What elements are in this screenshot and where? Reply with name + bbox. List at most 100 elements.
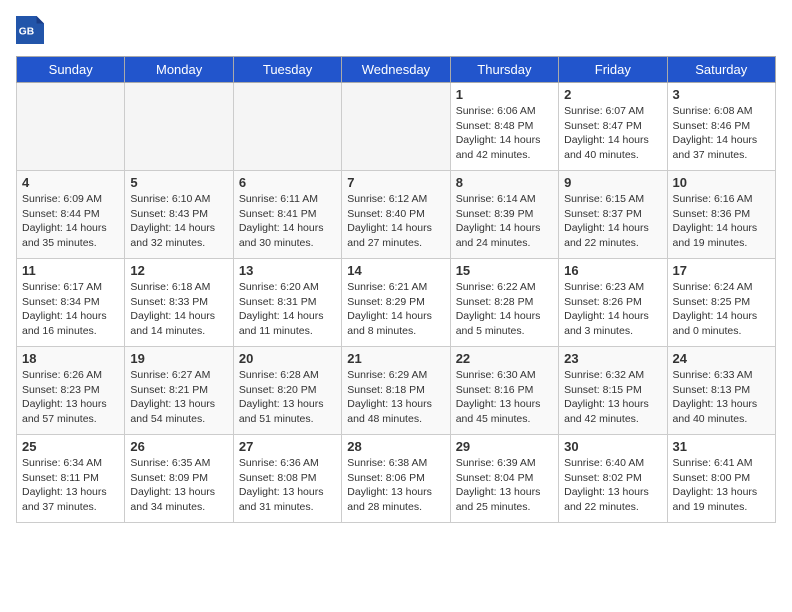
day-number: 26 (130, 439, 227, 454)
day-number: 22 (456, 351, 553, 366)
calendar-cell: 6Sunrise: 6:11 AM Sunset: 8:41 PM Daylig… (233, 171, 341, 259)
calendar-cell: 23 Sunrise: 6:32 AM Sunset: 8:15 PM Dayli… (559, 347, 667, 435)
day-number: 23 (564, 351, 661, 366)
day-number: 5 (130, 175, 227, 190)
day-header-tuesday: Tuesday (233, 57, 341, 83)
day-number: 14 (347, 263, 444, 278)
calendar-cell: 15 Sunrise: 6:22 AM Sunset: 8:28 PM Dayli… (450, 259, 558, 347)
day-number: 25 (22, 439, 119, 454)
calendar-cell: 31 Sunrise: 6:41 AM Sunset: 8:00 PM Dayli… (667, 435, 775, 523)
day-number: 15 (456, 263, 553, 278)
day-info: Sunrise: 6:14 AM Sunset: 8:39 PM Dayligh… (456, 192, 553, 251)
day-info: Sunrise: 6:30 AM Sunset: 8:16 PM Dayligh… (456, 368, 553, 427)
calendar-cell: 22 Sunrise: 6:30 AM Sunset: 8:16 PM Dayli… (450, 347, 558, 435)
week-row-3: 11 Sunrise: 6:17 AM Sunset: 8:34 PM Dayli… (17, 259, 776, 347)
calendar-cell: 14 Sunrise: 6:21 AM Sunset: 8:29 PM Dayli… (342, 259, 450, 347)
day-info: Sunrise: 6:40 AM Sunset: 8:02 PM Dayligh… (564, 456, 661, 515)
day-info: Sunrise: 6:18 AM Sunset: 8:33 PM Dayligh… (130, 280, 227, 339)
calendar-cell: 12 Sunrise: 6:18 AM Sunset: 8:33 PM Dayli… (125, 259, 233, 347)
calendar-cell (342, 83, 450, 171)
calendar-cell: 26 Sunrise: 6:35 AM Sunset: 8:09 PM Dayli… (125, 435, 233, 523)
logo: GB (16, 16, 48, 44)
day-info: Sunrise: 6:39 AM Sunset: 8:04 PM Dayligh… (456, 456, 553, 515)
calendar-cell: 16 Sunrise: 6:23 AM Sunset: 8:26 PM Dayli… (559, 259, 667, 347)
day-info: Sunrise: 6:22 AM Sunset: 8:28 PM Dayligh… (456, 280, 553, 339)
calendar-cell: 18 Sunrise: 6:26 AM Sunset: 8:23 PM Dayli… (17, 347, 125, 435)
day-number: 11 (22, 263, 119, 278)
day-header-friday: Friday (559, 57, 667, 83)
calendar-cell (17, 83, 125, 171)
day-number: 17 (673, 263, 770, 278)
day-info: Sunrise: 6:10 AM Sunset: 8:43 PM Dayligh… (130, 192, 227, 251)
day-info: Sunrise: 6:08 AM Sunset: 8:46 PM Dayligh… (673, 104, 770, 163)
calendar-cell: 25 Sunrise: 6:34 AM Sunset: 8:11 PM Dayli… (17, 435, 125, 523)
day-info: Sunrise: 6:28 AM Sunset: 8:20 PM Dayligh… (239, 368, 336, 427)
day-number: 4 (22, 175, 119, 190)
day-info: Sunrise: 6:23 AM Sunset: 8:26 PM Dayligh… (564, 280, 661, 339)
calendar-cell: 17Sunrise: 6:24 AM Sunset: 8:25 PM Dayli… (667, 259, 775, 347)
week-row-1: 1Sunrise: 6:06 AM Sunset: 8:48 PM Daylig… (17, 83, 776, 171)
day-info: Sunrise: 6:38 AM Sunset: 8:06 PM Dayligh… (347, 456, 444, 515)
calendar-cell: 3 Sunrise: 6:08 AM Sunset: 8:46 PM Daylig… (667, 83, 775, 171)
calendar-cell: 2Sunrise: 6:07 AM Sunset: 8:47 PM Daylig… (559, 83, 667, 171)
calendar-cell: 8Sunrise: 6:14 AM Sunset: 8:39 PM Daylig… (450, 171, 558, 259)
day-number: 3 (673, 87, 770, 102)
day-info: Sunrise: 6:36 AM Sunset: 8:08 PM Dayligh… (239, 456, 336, 515)
calendar-cell: 1Sunrise: 6:06 AM Sunset: 8:48 PM Daylig… (450, 83, 558, 171)
day-info: Sunrise: 6:27 AM Sunset: 8:21 PM Dayligh… (130, 368, 227, 427)
day-number: 12 (130, 263, 227, 278)
calendar-cell: 29 Sunrise: 6:39 AM Sunset: 8:04 PM Dayli… (450, 435, 558, 523)
week-row-5: 25 Sunrise: 6:34 AM Sunset: 8:11 PM Dayli… (17, 435, 776, 523)
day-number: 10 (673, 175, 770, 190)
calendar-cell: 24 Sunrise: 6:33 AM Sunset: 8:13 PM Dayli… (667, 347, 775, 435)
days-header-row: SundayMondayTuesdayWednesdayThursdayFrid… (17, 57, 776, 83)
day-number: 30 (564, 439, 661, 454)
day-number: 28 (347, 439, 444, 454)
calendar-cell: 27 Sunrise: 6:36 AM Sunset: 8:08 PM Dayli… (233, 435, 341, 523)
day-info: Sunrise: 6:17 AM Sunset: 8:34 PM Dayligh… (22, 280, 119, 339)
day-info: Sunrise: 6:33 AM Sunset: 8:13 PM Dayligh… (673, 368, 770, 427)
day-info: Sunrise: 6:20 AM Sunset: 8:31 PM Dayligh… (239, 280, 336, 339)
calendar-cell: 30 Sunrise: 6:40 AM Sunset: 8:02 PM Dayli… (559, 435, 667, 523)
day-info: Sunrise: 6:35 AM Sunset: 8:09 PM Dayligh… (130, 456, 227, 515)
day-info: Sunrise: 6:41 AM Sunset: 8:00 PM Dayligh… (673, 456, 770, 515)
day-info: Sunrise: 6:29 AM Sunset: 8:18 PM Dayligh… (347, 368, 444, 427)
day-number: 13 (239, 263, 336, 278)
day-number: 16 (564, 263, 661, 278)
day-number: 27 (239, 439, 336, 454)
day-info: Sunrise: 6:16 AM Sunset: 8:36 PM Dayligh… (673, 192, 770, 251)
calendar-cell: 9 Sunrise: 6:15 AM Sunset: 8:37 PM Daylig… (559, 171, 667, 259)
day-number: 24 (673, 351, 770, 366)
calendar-cell: 5 Sunrise: 6:10 AM Sunset: 8:43 PM Daylig… (125, 171, 233, 259)
day-number: 19 (130, 351, 227, 366)
calendar-cell: 4 Sunrise: 6:09 AM Sunset: 8:44 PM Daylig… (17, 171, 125, 259)
logo-icon: GB (16, 16, 44, 44)
day-header-sunday: Sunday (17, 57, 125, 83)
day-info: Sunrise: 6:06 AM Sunset: 8:48 PM Dayligh… (456, 104, 553, 163)
calendar-cell: 10 Sunrise: 6:16 AM Sunset: 8:36 PM Dayli… (667, 171, 775, 259)
day-info: Sunrise: 6:15 AM Sunset: 8:37 PM Dayligh… (564, 192, 661, 251)
calendar-cell (233, 83, 341, 171)
day-number: 9 (564, 175, 661, 190)
calendar-cell: 13 Sunrise: 6:20 AM Sunset: 8:31 PM Dayli… (233, 259, 341, 347)
day-header-thursday: Thursday (450, 57, 558, 83)
day-info: Sunrise: 6:21 AM Sunset: 8:29 PM Dayligh… (347, 280, 444, 339)
day-number: 18 (22, 351, 119, 366)
calendar-cell: 11 Sunrise: 6:17 AM Sunset: 8:34 PM Dayli… (17, 259, 125, 347)
page-header: GB (16, 16, 776, 44)
day-info: Sunrise: 6:26 AM Sunset: 8:23 PM Dayligh… (22, 368, 119, 427)
day-info: Sunrise: 6:32 AM Sunset: 8:15 PM Dayligh… (564, 368, 661, 427)
day-number: 20 (239, 351, 336, 366)
day-info: Sunrise: 6:09 AM Sunset: 8:44 PM Dayligh… (22, 192, 119, 251)
day-number: 29 (456, 439, 553, 454)
calendar-cell: 21Sunrise: 6:29 AM Sunset: 8:18 PM Dayli… (342, 347, 450, 435)
calendar-cell (125, 83, 233, 171)
week-row-2: 4 Sunrise: 6:09 AM Sunset: 8:44 PM Daylig… (17, 171, 776, 259)
day-info: Sunrise: 6:07 AM Sunset: 8:47 PM Dayligh… (564, 104, 661, 163)
day-info: Sunrise: 6:34 AM Sunset: 8:11 PM Dayligh… (22, 456, 119, 515)
calendar-cell: 20 Sunrise: 6:28 AM Sunset: 8:20 PM Dayli… (233, 347, 341, 435)
day-number: 6 (239, 175, 336, 190)
day-header-monday: Monday (125, 57, 233, 83)
day-number: 31 (673, 439, 770, 454)
week-row-4: 18 Sunrise: 6:26 AM Sunset: 8:23 PM Dayli… (17, 347, 776, 435)
